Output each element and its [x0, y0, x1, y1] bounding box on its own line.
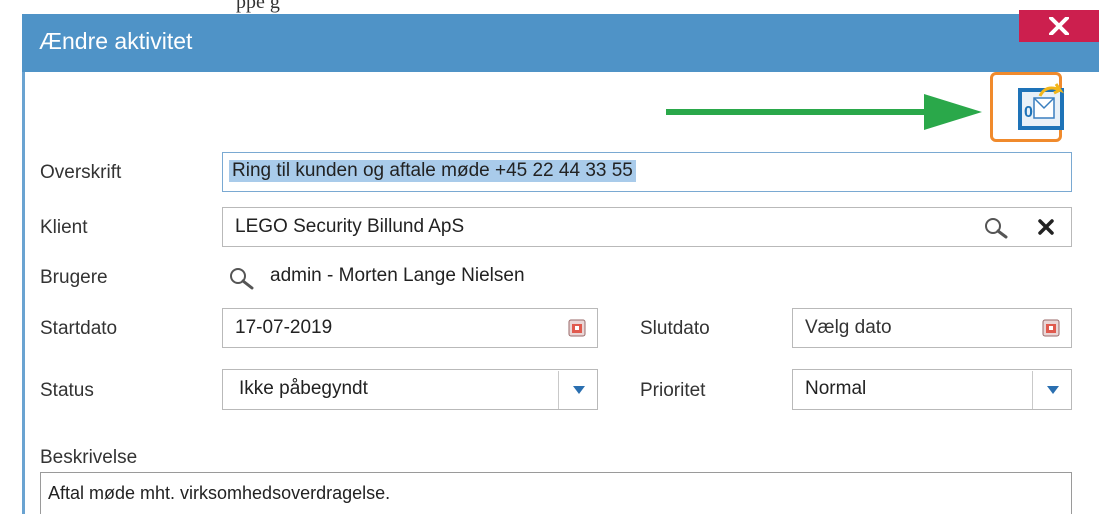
green-arrow-annotation — [666, 94, 982, 130]
start-date-calendar-icon[interactable] — [568, 319, 586, 337]
background-text-fragment: ppe g — [236, 0, 280, 13]
headline-value: Ring til kunden og aftale møde +45 22 44… — [229, 160, 636, 182]
chevron-down-icon — [573, 386, 585, 394]
description-label: Beskrivelse — [40, 447, 138, 468]
status-label: Status — [40, 380, 94, 401]
end-date-label: Slutdato — [640, 318, 710, 339]
start-date-input[interactable]: 17-07-2019 — [222, 308, 598, 348]
priority-value: Normal — [805, 378, 867, 399]
priority-select[interactable]: Normal — [792, 369, 1072, 410]
description-textarea[interactable]: Aftal møde mht. virksomhedsoverdragelse. — [40, 472, 1072, 514]
start-date-value: 17-07-2019 — [235, 317, 333, 338]
client-search-icon[interactable] — [984, 217, 1010, 239]
dialog-left-border — [22, 72, 25, 514]
client-clear-icon[interactable] — [1037, 218, 1055, 236]
description-value: Aftal møde mht. virksomhedsoverdragelse. — [48, 483, 391, 503]
svg-text:0: 0 — [1024, 104, 1033, 121]
background-strip: ppe g — [0, 0, 1099, 14]
status-value: Ikke påbegyndt — [239, 378, 368, 399]
end-date-calendar-icon[interactable] — [1042, 319, 1060, 337]
status-dropdown-button[interactable] — [558, 371, 598, 409]
headline-label: Overskrift — [40, 162, 122, 183]
client-label: Klient — [40, 217, 88, 238]
users-value: admin - Morten Lange Nielsen — [270, 265, 525, 286]
users-label: Brugere — [40, 267, 108, 288]
end-date-input[interactable]: Vælg dato — [792, 308, 1072, 348]
end-date-placeholder: Vælg dato — [805, 317, 892, 338]
client-value: LEGO Security Billund ApS — [235, 216, 465, 237]
client-input[interactable]: LEGO Security Billund ApS — [222, 207, 1072, 247]
chevron-down-icon — [1047, 386, 1059, 394]
start-date-label: Startdato — [40, 318, 118, 339]
users-search-icon[interactable] — [228, 266, 256, 290]
headline-input[interactable]: Ring til kunden og aftale møde +45 22 44… — [222, 152, 1072, 192]
outlook-send-icon[interactable]: 0 — [1016, 82, 1066, 132]
status-select[interactable]: Ikke påbegyndt — [222, 369, 598, 410]
priority-label: Prioritet — [640, 380, 706, 401]
dialog-titlebar: Ændre aktivitet — [22, 14, 1099, 72]
close-button[interactable] — [1019, 10, 1099, 42]
priority-dropdown-button[interactable] — [1032, 371, 1072, 409]
dialog-title: Ændre aktivitet — [39, 28, 193, 54]
close-icon — [1049, 17, 1069, 35]
